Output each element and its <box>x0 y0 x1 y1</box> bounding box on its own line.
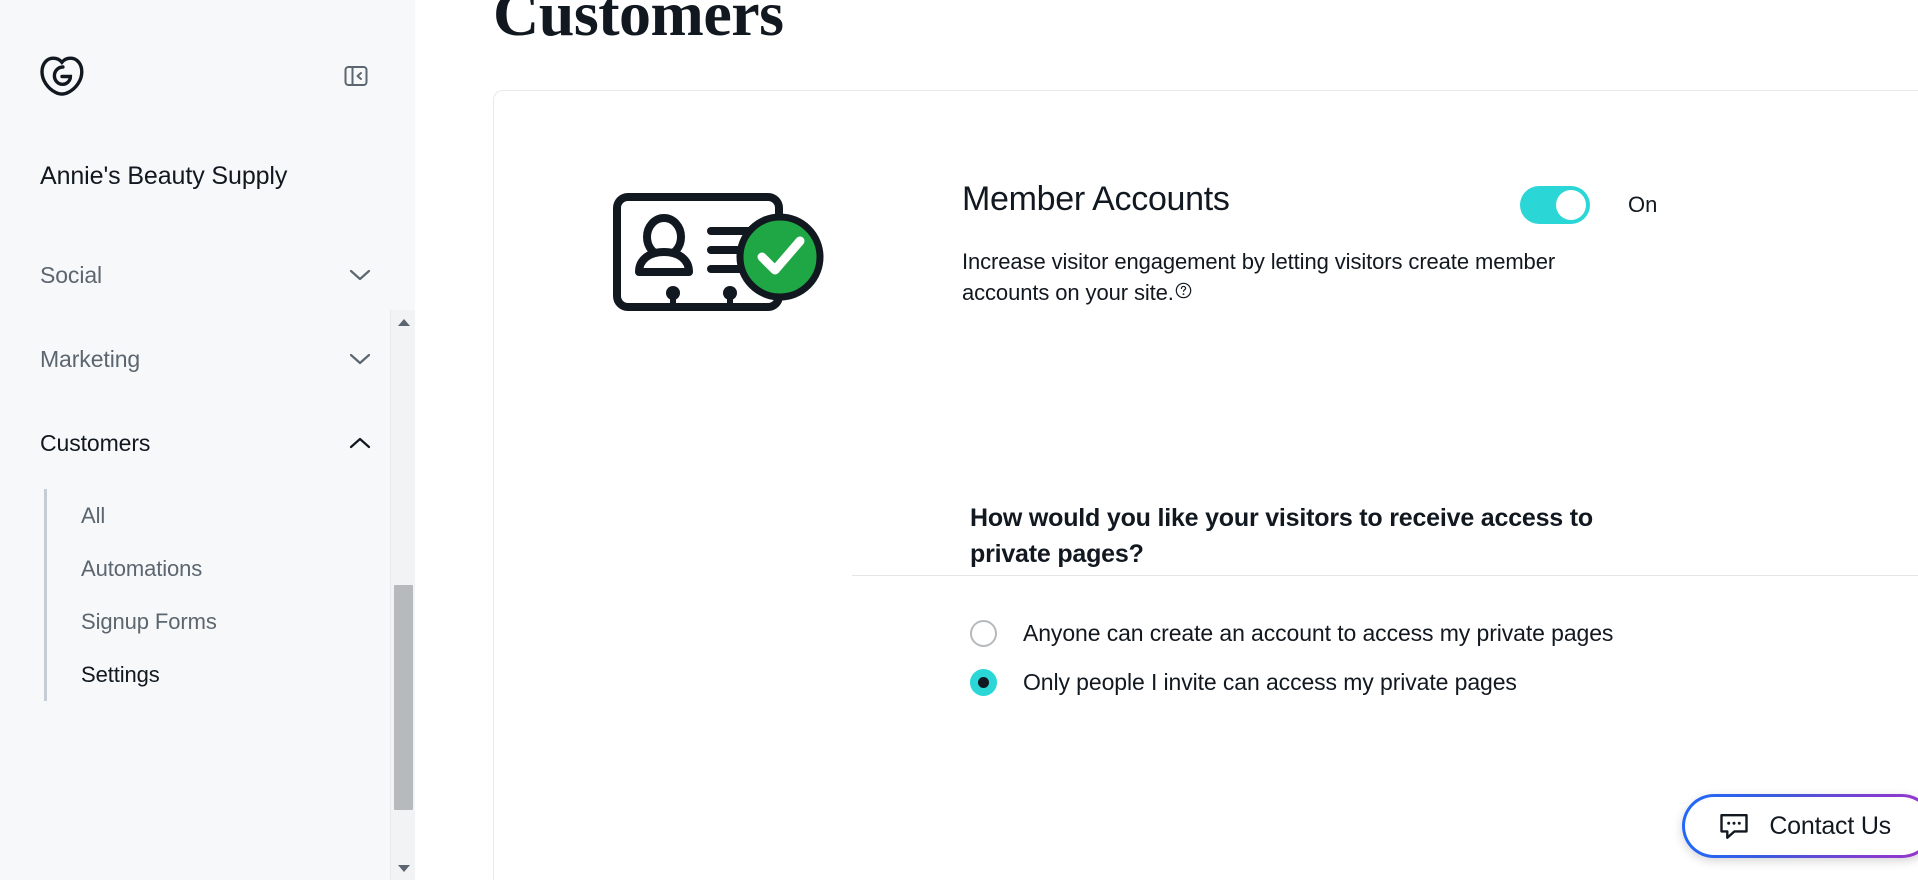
member-id-card-icon <box>613 193 824 311</box>
member-accounts-toggle[interactable] <box>1520 186 1590 224</box>
green-check-badge-icon <box>736 213 824 301</box>
sidebar-item-label: Customers <box>40 429 151 456</box>
feature-body: Member Accounts On Increase visitor enga… <box>962 179 1918 308</box>
section-divider <box>852 575 1918 576</box>
app-root: Annie's Beauty Supply Social Marketing C… <box>0 0 1918 880</box>
sidebar-subitem-label: Automations <box>81 555 203 581</box>
member-accounts-card: Member Accounts On Increase visitor enga… <box>493 90 1918 880</box>
feature-description-text: Increase visitor engagement by letting v… <box>962 248 1556 306</box>
sidebar-nav: Social Marketing Customers All Automatio… <box>0 233 415 701</box>
radio-option-label: Only people I invite can access my priva… <box>1023 668 1517 695</box>
godaddy-logo[interactable] <box>40 56 84 96</box>
sidebar-item-all[interactable]: All <box>47 489 415 542</box>
brand-name: Annie's Beauty Supply <box>40 162 288 190</box>
contact-us-label: Contact Us <box>1769 811 1891 840</box>
toggle-state-label: On <box>1628 192 1658 217</box>
chevron-down-icon <box>349 269 371 281</box>
scroll-up-arrow-icon <box>397 318 410 326</box>
sidebar-item-signup-forms[interactable]: Signup Forms <box>47 595 415 648</box>
radio-button-selected[interactable] <box>970 668 997 696</box>
collapse-sidebar-button[interactable] <box>341 61 371 91</box>
main-content: Customers Member Accounts On Increase vi… <box>415 0 1918 880</box>
sidebar-item-settings[interactable]: Settings <box>47 648 415 701</box>
sidebar-scrollbar[interactable] <box>390 310 415 880</box>
collapse-panel-icon <box>344 66 368 86</box>
contact-us-widget[interactable]: Contact Us <box>1682 794 1918 858</box>
sidebar-subitem-label: All <box>81 502 106 528</box>
access-question-heading: How would you like your visitors to rece… <box>970 504 1593 569</box>
radio-option-anyone[interactable]: Anyone can create an account to access m… <box>970 609 1918 658</box>
access-radio-group: Anyone can create an account to access m… <box>970 609 1918 707</box>
sidebar: Annie's Beauty Supply Social Marketing C… <box>0 0 415 880</box>
sidebar-item-marketing[interactable]: Marketing <box>0 317 415 401</box>
radio-button-unselected[interactable] <box>970 619 997 647</box>
sidebar-item-social[interactable]: Social <box>0 233 415 317</box>
sidebar-header <box>0 0 415 96</box>
page-title: Customers <box>493 0 784 49</box>
access-question-block: How would you like your visitors to rece… <box>494 500 1918 707</box>
scroll-down-arrow-button[interactable] <box>391 856 415 880</box>
feature-title: Member Accounts <box>962 180 1230 218</box>
sidebar-item-label: Social <box>40 261 103 288</box>
contact-us-button[interactable]: Contact Us <box>1685 797 1918 855</box>
chat-bubble-icon <box>1720 814 1749 839</box>
sidebar-item-label: Marketing <box>40 345 141 372</box>
feature-row: Member Accounts On Increase visitor enga… <box>494 179 1918 315</box>
godaddy-logo-icon <box>40 56 84 96</box>
help-question-icon[interactable] <box>1175 282 1192 299</box>
sidebar-subitem-label: Signup Forms <box>81 608 217 634</box>
scroll-up-arrow-button[interactable] <box>391 310 415 334</box>
sidebar-item-automations[interactable]: Automations <box>47 542 415 595</box>
chevron-up-icon <box>349 437 371 449</box>
toggle-knob <box>1556 190 1586 220</box>
feature-description: Increase visitor engagement by letting v… <box>962 246 1577 308</box>
sidebar-item-customers[interactable]: Customers <box>0 401 415 485</box>
scrollbar-thumb[interactable] <box>394 585 413 810</box>
member-accounts-toggle-group: On <box>1520 186 1657 224</box>
sidebar-subnav-customers: All Automations Signup Forms Settings <box>44 489 415 701</box>
feature-head: Member Accounts On <box>962 179 1918 224</box>
scroll-down-arrow-icon <box>397 864 410 872</box>
chevron-down-icon <box>349 353 371 365</box>
sidebar-subitem-label: Settings <box>81 661 160 687</box>
radio-option-label: Anyone can create an account to access m… <box>1023 619 1614 646</box>
radio-option-invite-only[interactable]: Only people I invite can access my priva… <box>970 658 1918 707</box>
